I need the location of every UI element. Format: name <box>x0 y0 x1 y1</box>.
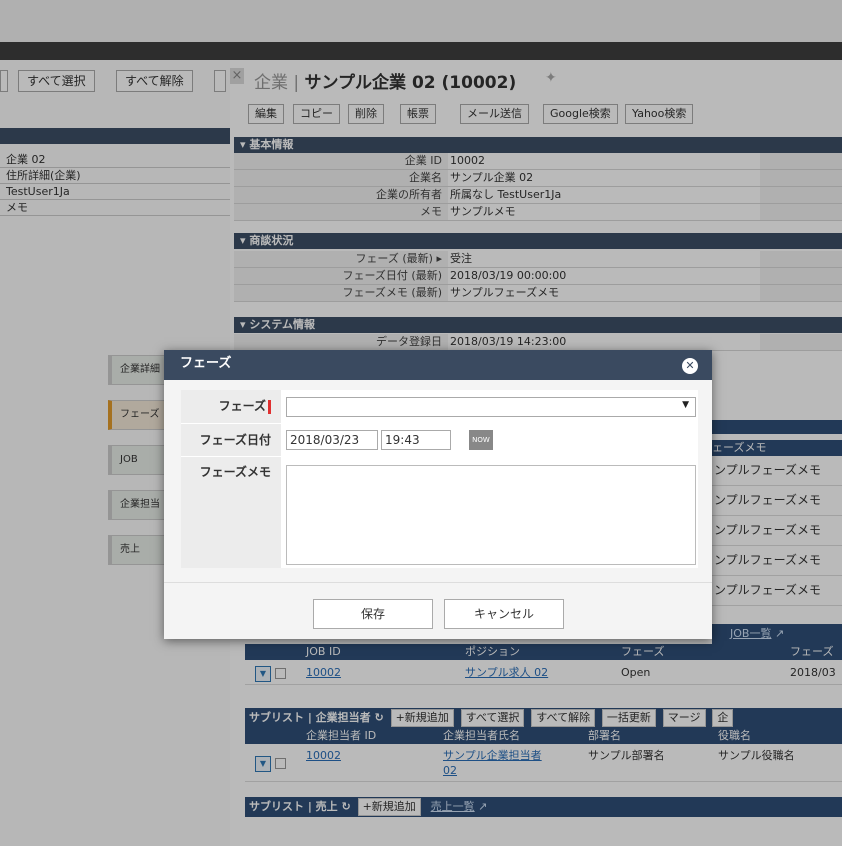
dialog-title: フェーズ <box>164 350 712 380</box>
dialog-footer-divider <box>164 582 712 583</box>
phase-memo-label: フェーズメモ <box>181 457 281 568</box>
phase-time-input[interactable]: 19:43 <box>381 430 451 450</box>
save-button[interactable]: 保存 <box>313 599 433 629</box>
phase-select[interactable]: ▼ <box>286 397 696 417</box>
close-icon[interactable]: ✕ <box>682 358 698 374</box>
required-marker <box>268 399 271 414</box>
now-button[interactable]: NOW <box>469 430 493 450</box>
phase-memo-textarea[interactable] <box>286 465 696 565</box>
phase-label-cell: フェーズ <box>181 390 281 423</box>
chevron-down-icon: ▼ <box>682 400 689 410</box>
cancel-button[interactable]: キャンセル <box>444 599 564 629</box>
phase-select-value <box>287 400 291 414</box>
dialog-form: フェーズ ▼ フェーズ日付 2018/03/23 19:43 NOW フェーズメ… <box>181 390 698 568</box>
phase-date-input[interactable]: 2018/03/23 <box>286 430 378 450</box>
phase-dialog: フェーズ ✕ フェーズ ▼ フェーズ日付 2018/03/23 19:43 NO… <box>164 350 712 639</box>
phase-label: フェーズ <box>218 399 266 413</box>
phase-date-label: フェーズ日付 <box>181 424 281 456</box>
